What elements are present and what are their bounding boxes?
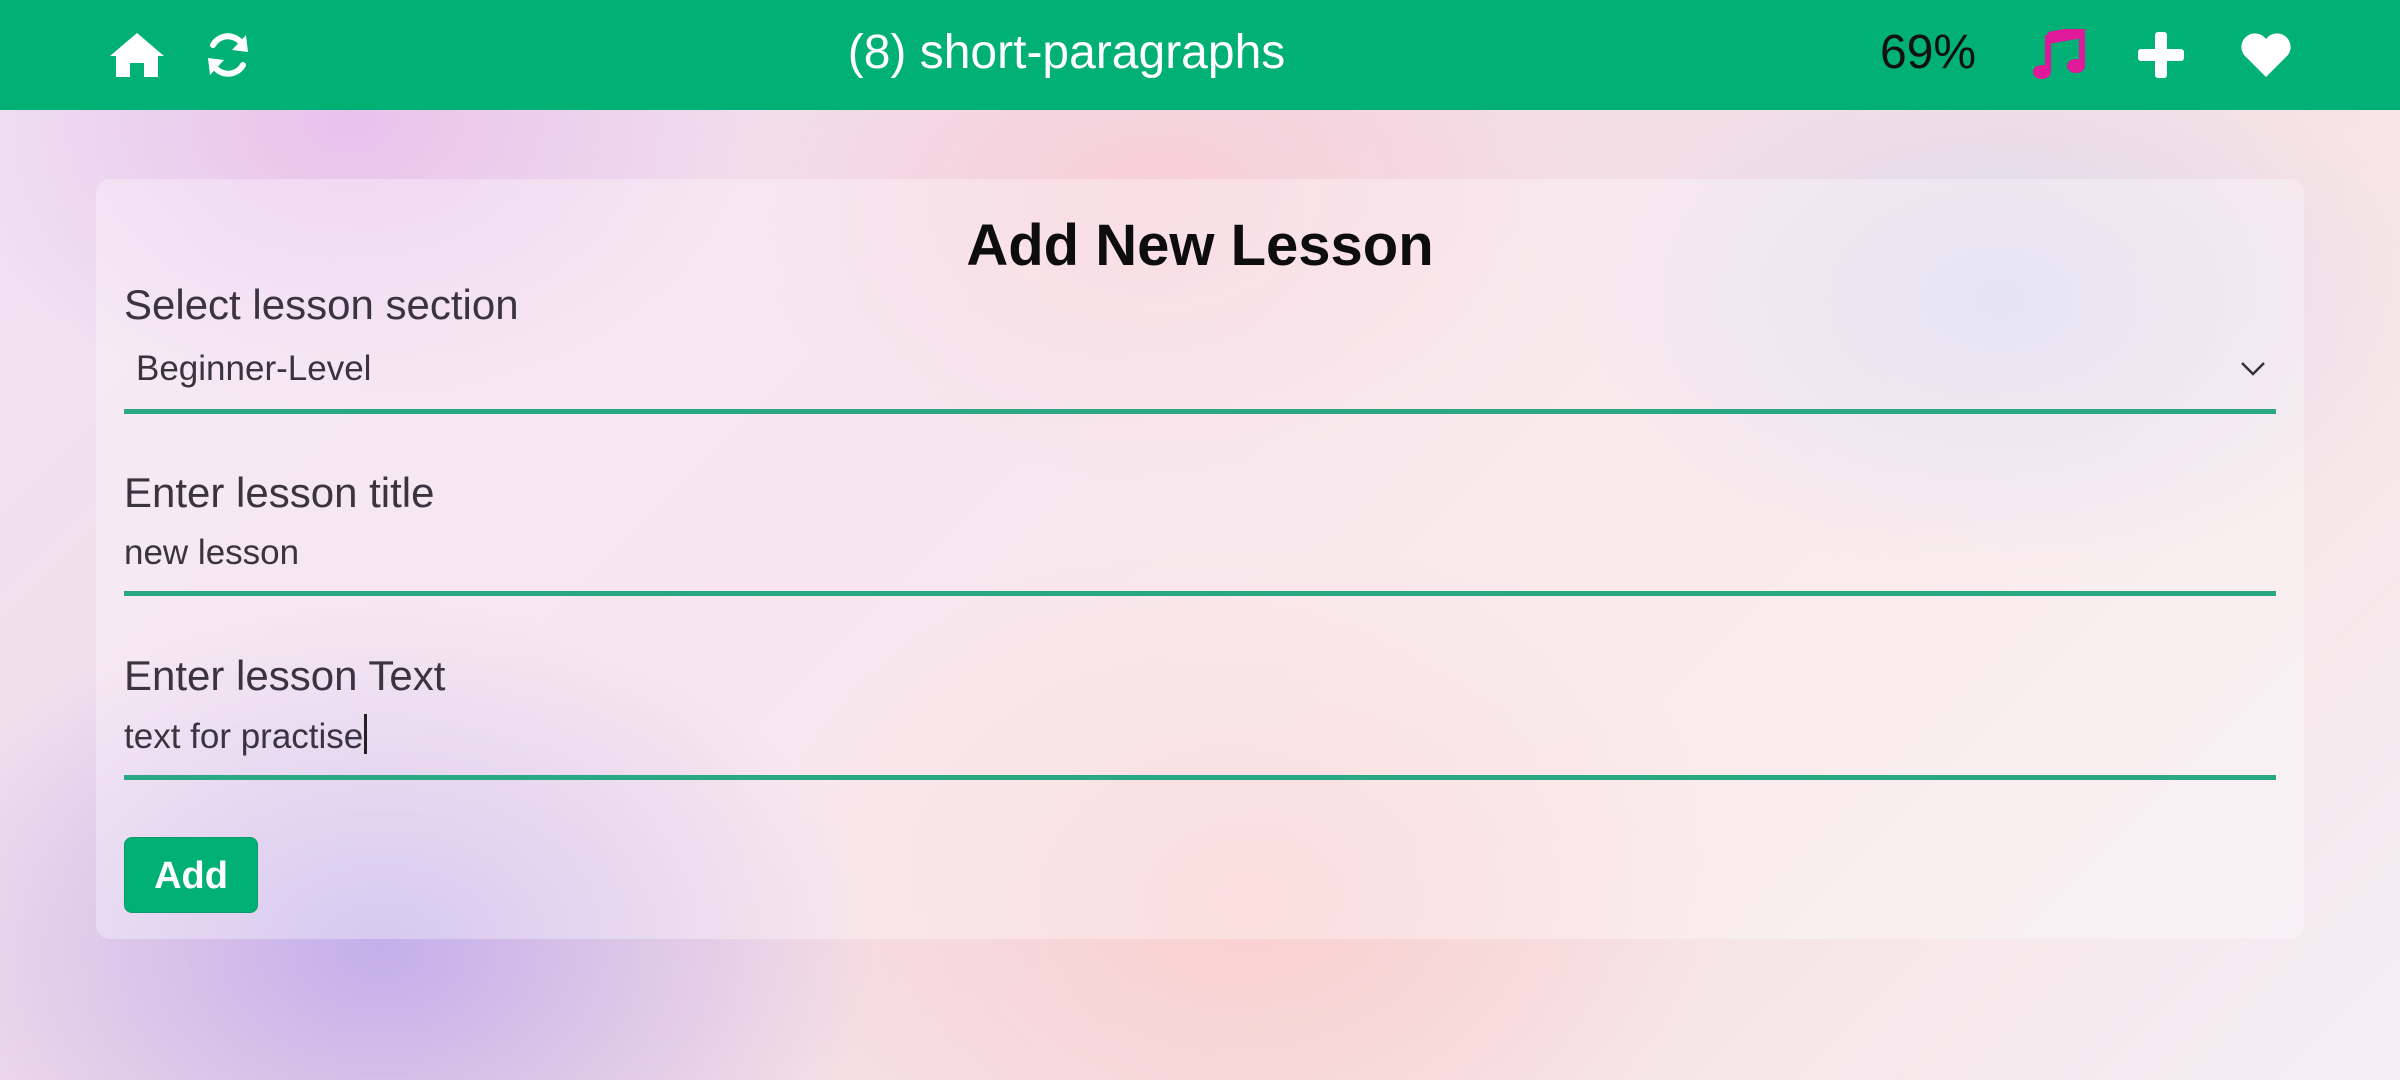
lesson-text-input[interactable]: text for practise — [124, 714, 2276, 764]
section-select[interactable]: Beginner-Level — [124, 339, 2276, 399]
favorites-button[interactable] — [2229, 18, 2303, 92]
text-field-underline — [124, 775, 2276, 780]
title-field-label: Enter lesson title — [124, 469, 435, 516]
add-lesson-button[interactable] — [2124, 18, 2198, 92]
text-cursor — [364, 714, 368, 754]
lesson-text-value: text for practise — [124, 717, 364, 756]
text-field-label: Enter lesson Text — [124, 652, 446, 699]
music-toggle-button[interactable] — [2022, 18, 2096, 92]
chevron-down-icon — [2241, 362, 2265, 376]
progress-percent: 69% — [1880, 26, 1977, 79]
lesson-title-input[interactable]: new lesson — [124, 531, 2276, 581]
plus-icon — [2138, 32, 2184, 78]
heart-icon — [2241, 33, 2291, 77]
music-note-icon — [2033, 29, 2085, 79]
lesson-title-value: new lesson — [124, 533, 300, 572]
add-button[interactable]: Add — [124, 837, 258, 913]
form-heading: Add New Lesson — [966, 213, 1434, 278]
page-title: (8) short-paragraphs — [847, 26, 1286, 79]
section-select-value: Beginner-Level — [136, 349, 372, 388]
section-select-label: Select lesson section — [124, 281, 519, 328]
add-lesson-card: Add New Lesson Select lesson section Beg… — [96, 179, 2304, 939]
section-select-underline — [124, 409, 2276, 414]
top-app-bar: (8) short-paragraphs 69% — [0, 0, 2400, 110]
title-field-underline — [124, 591, 2276, 596]
